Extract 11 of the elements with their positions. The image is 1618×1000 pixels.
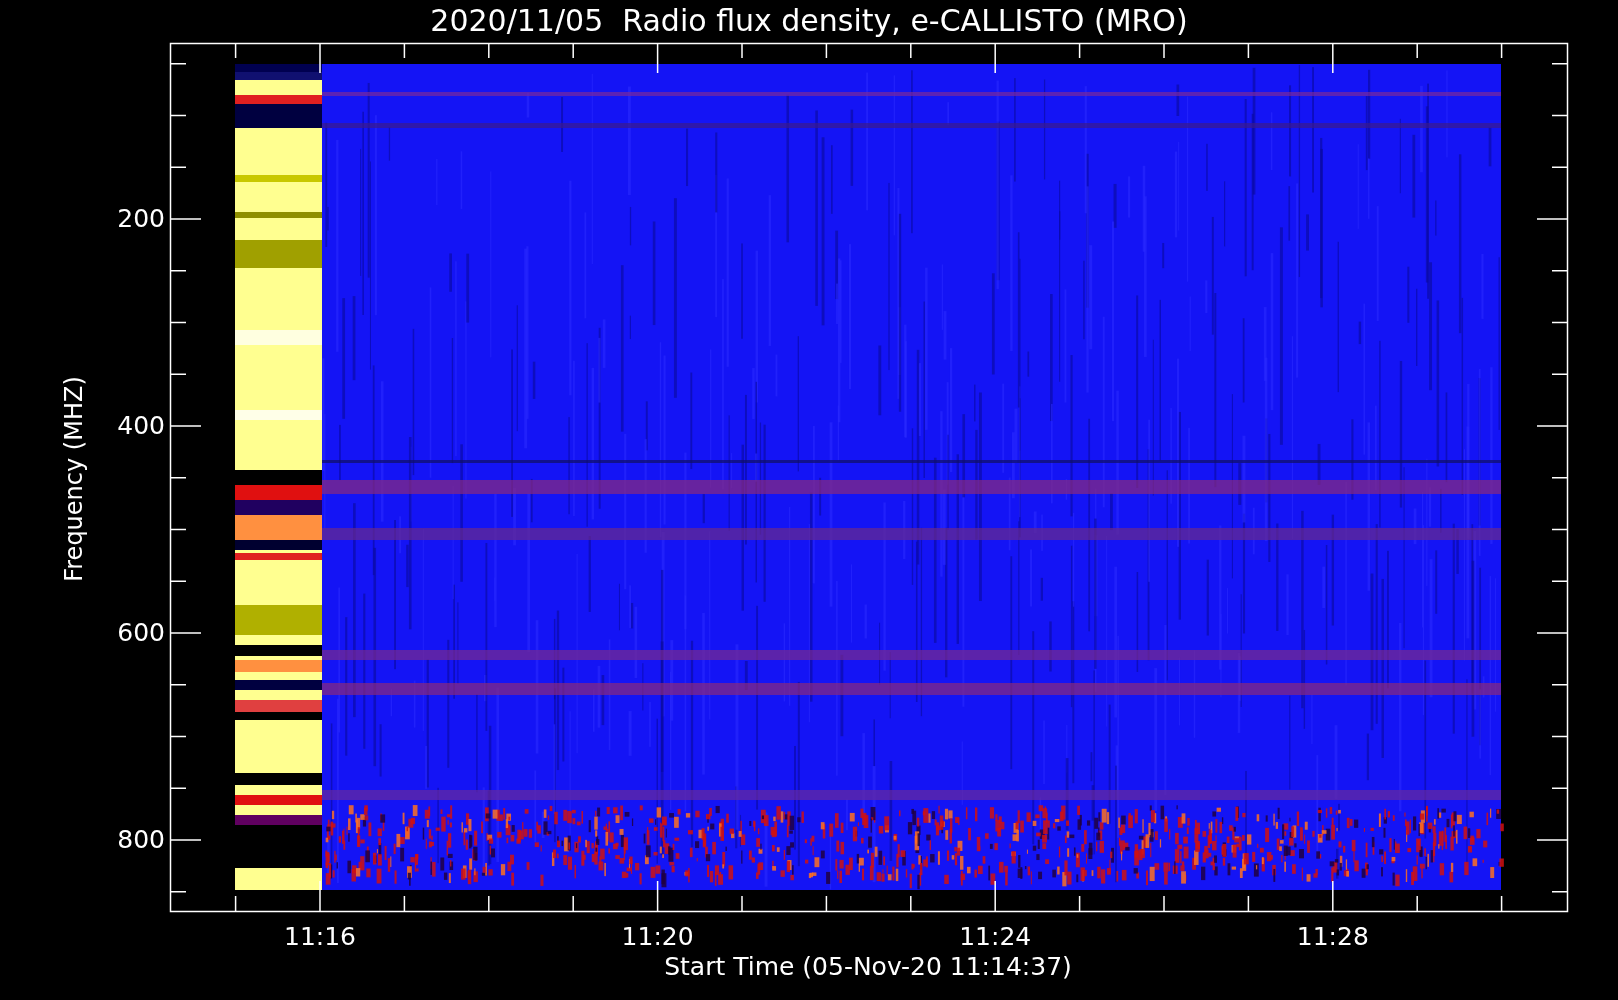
x-tick-label: 11:20 (621, 924, 694, 949)
x-tick-label: 11:16 (284, 924, 356, 949)
y-tick-label: 600 (117, 620, 165, 645)
x-axis-label: Start Time (05-Nov-20 11:14:37) (664, 954, 1072, 979)
x-tick-label: 11:24 (959, 924, 1032, 949)
y-tick-label: 200 (117, 206, 165, 231)
y-tick-label: 400 (117, 413, 165, 438)
chart-title: 2020/11/05 Radio flux density, e-CALLISTO (MRO) (430, 6, 1188, 36)
y-tick-label: 800 (117, 827, 165, 852)
x-tick-label: 11:28 (1296, 924, 1369, 949)
y-axis-label: Frequency (MHZ) (62, 376, 86, 582)
